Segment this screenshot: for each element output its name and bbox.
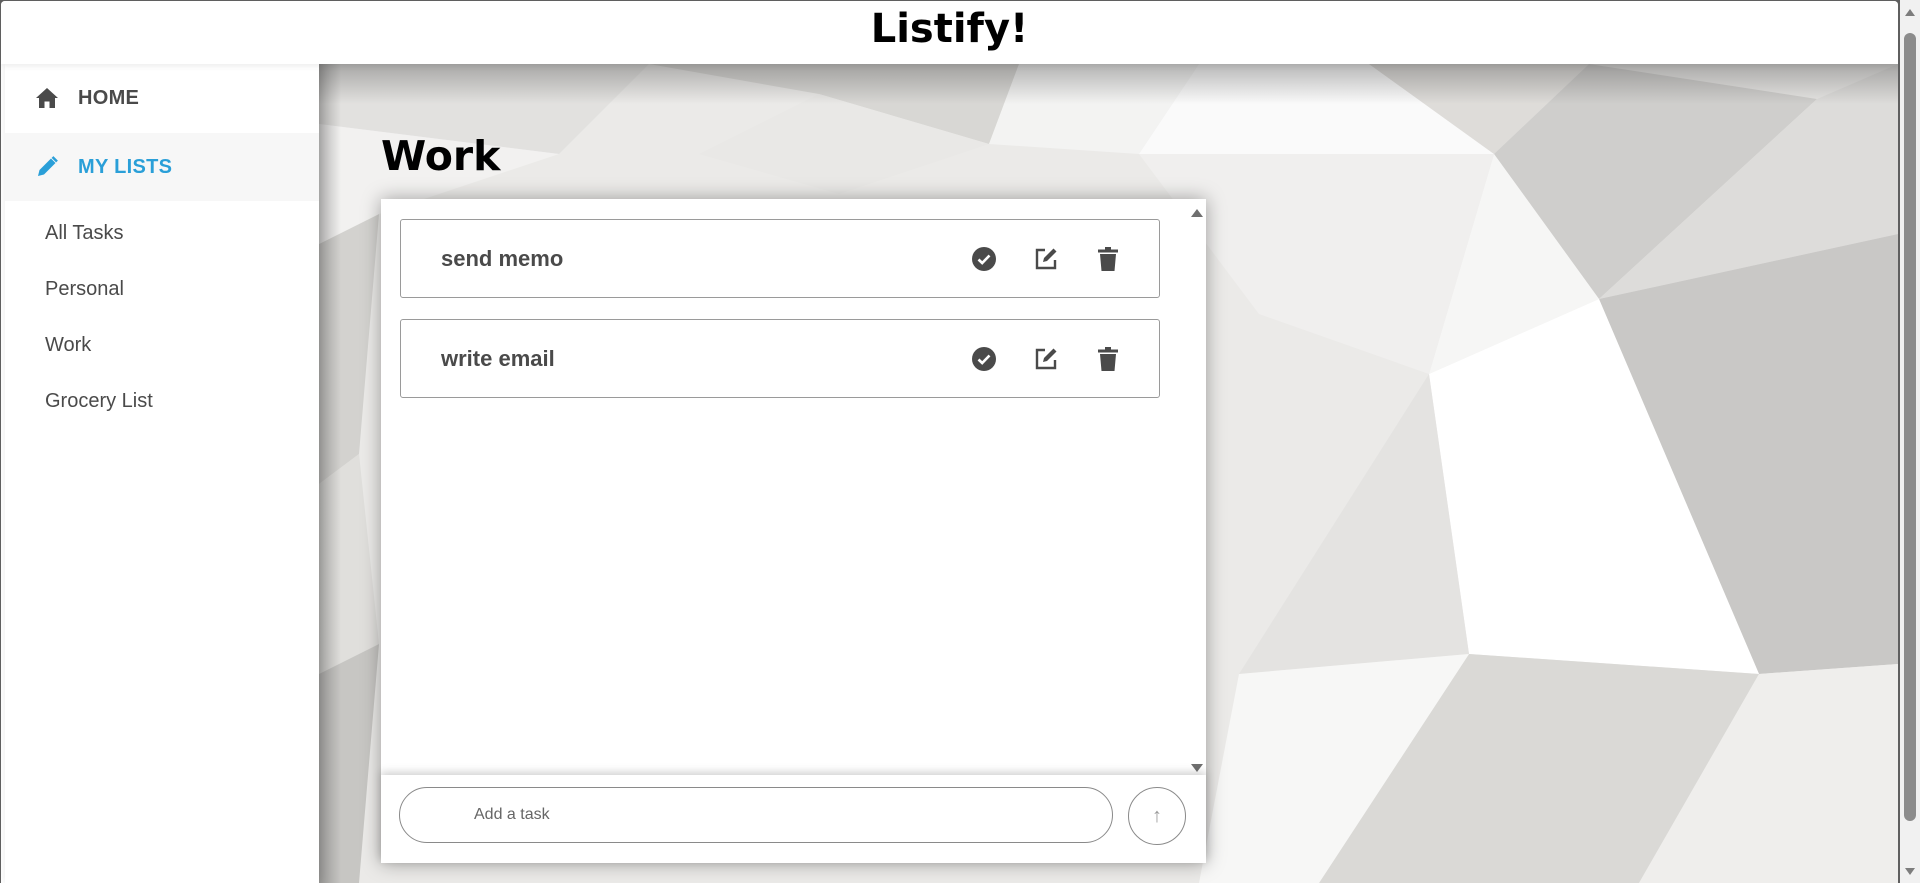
scrollbar-up-arrow[interactable] (1905, 9, 1915, 16)
edit-icon[interactable] (1033, 246, 1059, 272)
add-task-input[interactable] (399, 787, 1113, 843)
browser-page: Listify! HOME MY LISTS All Tasks Persona… (1, 1, 1898, 883)
home-icon (35, 86, 59, 110)
window-scrollbar[interactable] (1900, 0, 1920, 883)
task-text: write email (441, 346, 555, 371)
nav-home-label: HOME (78, 86, 140, 109)
sidebar-item-grocery-list[interactable]: Grocery List (45, 390, 153, 413)
list-title: Work (381, 132, 501, 180)
sidebar-item-work[interactable]: Work (45, 334, 91, 357)
main-content: Work send memo write email Add a task ↑ (319, 64, 1898, 883)
scroll-up-arrow[interactable] (1191, 209, 1203, 217)
pencil-icon (35, 155, 59, 179)
submit-task-button[interactable]: ↑ (1128, 787, 1186, 845)
scroll-down-arrow[interactable] (1191, 764, 1203, 772)
arrow-up-icon: ↑ (1152, 805, 1162, 827)
sidebar-shadow (319, 64, 341, 883)
edit-icon[interactable] (1033, 346, 1059, 372)
nav-home[interactable]: HOME (5, 64, 319, 132)
trash-icon[interactable] (1095, 346, 1121, 372)
header-shadow (319, 64, 1898, 104)
nav-my-lists[interactable]: MY LISTS (5, 133, 319, 201)
scrollbar-thumb[interactable] (1904, 33, 1916, 821)
check-circle-icon[interactable] (971, 346, 997, 372)
check-circle-icon[interactable] (971, 246, 997, 272)
task-composer: ↑ (381, 775, 1206, 863)
task-text: send memo (441, 246, 564, 271)
app-header: Listify! (1, 1, 1898, 64)
task-item: send memo (400, 219, 1160, 298)
task-item: write email (400, 319, 1160, 398)
sidebar: HOME MY LISTS All Tasks Personal Work Gr… (5, 64, 319, 883)
app-title: Listify! (870, 6, 1029, 52)
task-panel: send memo write email Add a task ↑ (381, 199, 1206, 863)
task-list[interactable]: send memo write email (381, 199, 1206, 775)
trash-icon[interactable] (1095, 246, 1121, 272)
sidebar-item-all-tasks[interactable]: All Tasks (45, 222, 124, 245)
sidebar-item-personal[interactable]: Personal (45, 278, 124, 301)
nav-my-lists-label: MY LISTS (78, 155, 173, 178)
scrollbar-down-arrow[interactable] (1905, 868, 1915, 875)
